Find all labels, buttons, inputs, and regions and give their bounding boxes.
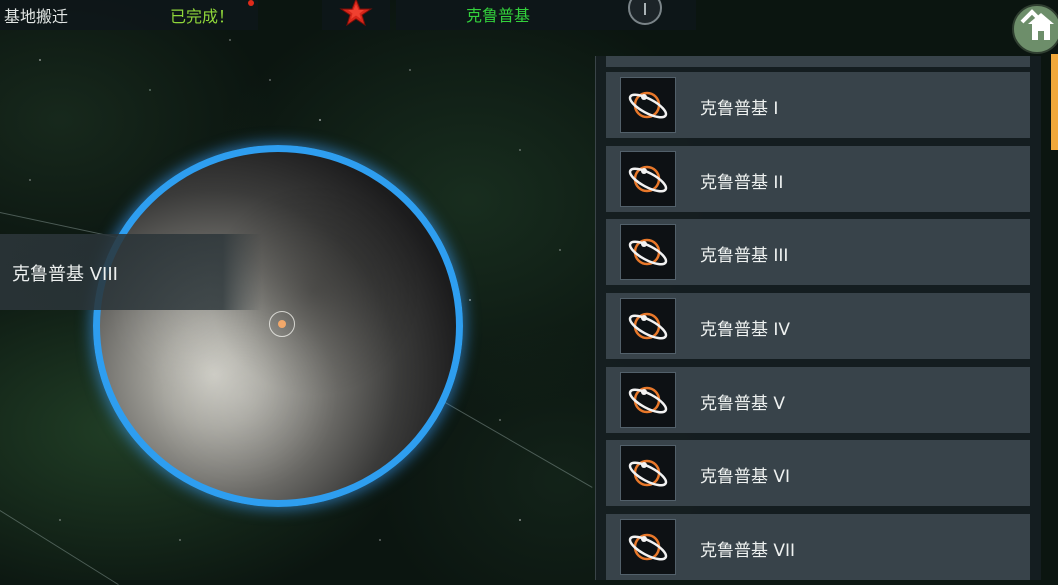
list-item-partial[interactable] (606, 56, 1030, 67)
ringed-planet-icon (620, 519, 676, 575)
top-bar: 基地搬迁 已完成！ 克鲁普基 (0, 0, 1058, 54)
planet-list-item[interactable]: 克鲁普基 II (606, 146, 1030, 212)
ringed-planet-icon (620, 224, 676, 280)
red-star-icon (339, 0, 373, 26)
planet-list-item[interactable]: 克鲁普基 IV (606, 293, 1030, 359)
planet-name: 克鲁普基 VIII (12, 264, 118, 285)
ringed-planet-icon (620, 298, 676, 354)
planet-list-item-label: 克鲁普基 I (700, 99, 779, 119)
ringed-planet-icon (620, 77, 676, 133)
planet-list-item-label: 克鲁普基 VI (700, 467, 791, 487)
planet-list-item-label: 克鲁普基 III (700, 246, 789, 266)
ringed-planet-icon (620, 151, 676, 207)
relocation-panel[interactable]: 基地搬迁 已完成！ (0, 0, 258, 30)
home-icon (1020, 9, 1054, 40)
notification-dot (248, 0, 254, 6)
list-scrollbar[interactable] (1051, 54, 1058, 150)
home-button[interactable] (1012, 4, 1058, 54)
ringed-planet-icon (620, 445, 676, 501)
planet-list-item[interactable]: 克鲁普基 V (606, 367, 1030, 433)
planet-list-item[interactable]: 克鲁普基 VII (606, 514, 1030, 580)
planet-list-panel: 克鲁普基 I 克鲁普基 II 克鲁普基 III 克鲁普基 IV 克鲁普基 V 克… (595, 56, 1041, 580)
planet-list-item[interactable]: 克鲁普基 I (606, 72, 1030, 138)
ringed-planet-icon (620, 372, 676, 428)
planet-name-plate: 克鲁普基 VIII (0, 234, 262, 310)
planet-list-item[interactable]: 克鲁普基 III (606, 219, 1030, 285)
planet-list-item-label: 克鲁普基 VII (700, 541, 796, 561)
planet-title: 克鲁普基 (466, 6, 531, 25)
planet-list-item-label: 克鲁普基 V (700, 394, 786, 414)
faction-badge[interactable] (322, 0, 390, 30)
base-location-marker[interactable] (269, 311, 295, 337)
planet-list-item-label: 克鲁普基 II (700, 173, 784, 193)
planet-list-item-label: 克鲁普基 IV (700, 320, 791, 340)
relocation-status: 已完成！ (170, 7, 235, 26)
planet-list-item[interactable]: 克鲁普基 VI (606, 440, 1030, 506)
relocation-label: 基地搬迁 (4, 7, 69, 26)
